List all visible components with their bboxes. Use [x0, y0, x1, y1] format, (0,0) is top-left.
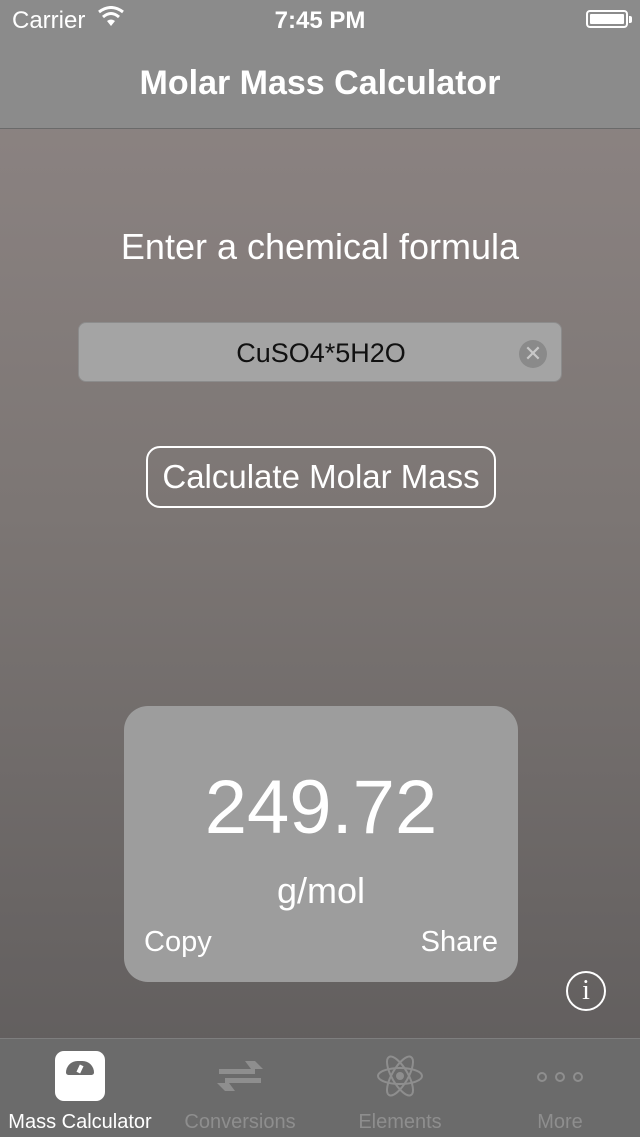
status-time: 7:45 PM: [274, 7, 366, 34]
tab-label: Elements: [358, 1111, 442, 1133]
tab-more[interactable]: More: [480, 1039, 640, 1137]
tab-conversions[interactable]: Conversions: [160, 1039, 320, 1137]
navigation-bar: Molar Mass Calculator: [0, 40, 640, 129]
atom-icon: [375, 1051, 425, 1101]
swap-arrows-icon: [215, 1051, 265, 1101]
more-dots-icon: [535, 1051, 585, 1101]
molar-mass-value: 249.72: [204, 765, 438, 850]
tab-label: Mass Calculator: [8, 1111, 152, 1133]
clear-icon[interactable]: ✕: [519, 340, 547, 368]
info-icon[interactable]: i: [566, 971, 606, 1011]
status-bar: Carrier 7:45 PM: [0, 0, 640, 40]
tab-bar: Mass Calculator Conversions Elements Mor…: [0, 1038, 640, 1137]
scale-icon: [55, 1051, 105, 1101]
tab-mass-calculator[interactable]: Mass Calculator: [0, 1039, 160, 1137]
result-card: 249.72 g/mol Copy Share: [124, 706, 518, 982]
formula-prompt: Enter a chemical formula: [120, 226, 520, 267]
page-title: Molar Mass Calculator: [139, 64, 501, 102]
calculate-molar-mass-button[interactable]: Calculate Molar Mass: [146, 446, 496, 508]
battery-icon: [586, 10, 632, 28]
formula-input[interactable]: CuSO4*5H2O ✕: [78, 322, 562, 382]
formula-input-value[interactable]: CuSO4*5H2O: [79, 338, 563, 369]
copy-button[interactable]: Copy: [144, 926, 212, 959]
molar-mass-unit: g/mol: [276, 870, 366, 911]
tab-label: More: [537, 1111, 583, 1133]
tab-label: Conversions: [184, 1111, 296, 1133]
tab-elements[interactable]: Elements: [320, 1039, 480, 1137]
share-button[interactable]: Share: [421, 926, 498, 959]
